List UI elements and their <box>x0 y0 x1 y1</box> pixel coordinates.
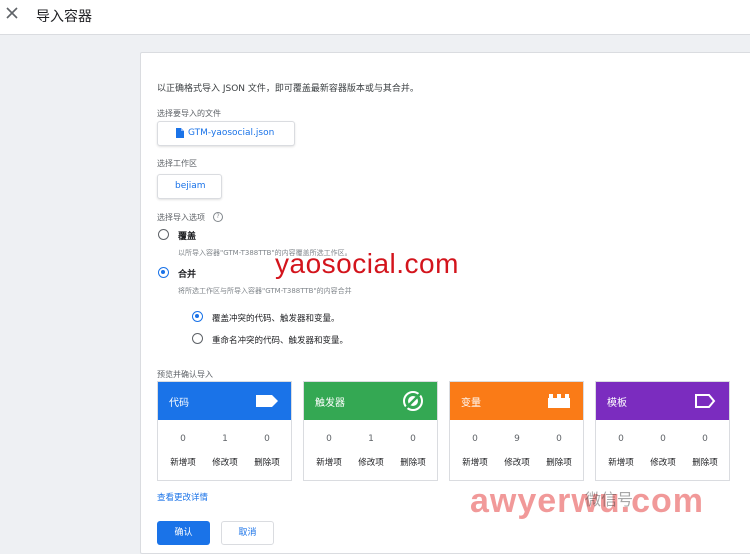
tile-variables-modified-label: 修改项 <box>504 458 530 468</box>
tile-triggers-name: 触发器 <box>315 398 345 409</box>
file-name: GTM-yaosocial.json <box>188 128 275 138</box>
merge-option-overwrite-radio[interactable] <box>192 311 203 322</box>
intro-text: 以正确格式导入 JSON 文件，即可覆盖最新容器版本或与其合并。 <box>157 84 419 94</box>
tile-variables-deleted: 0 <box>556 434 562 444</box>
tag-icon <box>256 395 278 407</box>
merge-option-rename-label: 重命名冲突的代码、触发器和变量。 <box>212 336 349 346</box>
tile-templates-deleted-label: 删除项 <box>692 458 718 468</box>
help-icon[interactable]: ? <box>213 212 223 222</box>
tile-templates: 模板 0 0 0 新增项 修改项 删除项 <box>595 381 730 481</box>
document-icon <box>176 128 184 138</box>
tile-triggers-modified-label: 修改项 <box>358 458 384 468</box>
merge-title: 合并 <box>178 270 197 280</box>
header-bar: 导入容器 <box>0 0 750 35</box>
tile-tags-header: 代码 <box>158 382 291 420</box>
tile-tags-name: 代码 <box>169 398 189 409</box>
tile-templates-header: 模板 <box>596 382 729 420</box>
tile-variables: 变量 0 9 0 新增项 修改项 删除项 <box>449 381 584 481</box>
tile-templates-added: 0 <box>618 434 624 444</box>
close-icon[interactable] <box>5 6 19 20</box>
tile-triggers-added: 0 <box>326 434 332 444</box>
merge-option-rename-radio[interactable] <box>192 333 203 344</box>
tile-triggers-header: 触发器 <box>304 382 437 420</box>
workspace-chip[interactable]: bejiam <box>157 174 222 199</box>
tile-variables-header: 变量 <box>450 382 583 420</box>
tile-templates-name: 模板 <box>607 398 627 409</box>
tile-variables-added: 0 <box>472 434 478 444</box>
site-watermark: yaosocial.com <box>275 248 459 279</box>
view-details-link[interactable]: 查看更改详情 <box>157 491 208 503</box>
tile-tags-modified-label: 修改项 <box>212 458 238 468</box>
workspace-label: 选择工作区 <box>157 159 197 168</box>
variable-icon <box>548 394 570 408</box>
preview-label: 预览并确认导入 <box>157 370 213 379</box>
tile-tags-deleted: 0 <box>264 434 270 444</box>
tile-tags-modified: 1 <box>222 434 228 444</box>
tile-variables-modified: 9 <box>514 434 520 444</box>
overwrite-radio[interactable] <box>158 229 169 240</box>
template-icon <box>695 394 716 408</box>
trigger-icon <box>403 391 423 411</box>
tile-tags-added-label: 新增项 <box>170 458 196 468</box>
tile-templates-deleted: 0 <box>702 434 708 444</box>
tile-variables-name: 变量 <box>461 398 481 409</box>
tile-tags-added: 0 <box>180 434 186 444</box>
tile-templates-modified-label: 修改项 <box>650 458 676 468</box>
merge-radio[interactable] <box>158 267 169 278</box>
tile-triggers-modified: 1 <box>368 434 374 444</box>
tile-variables-added-label: 新增项 <box>462 458 488 468</box>
import-card: 以正确格式导入 JSON 文件，即可覆盖最新容器版本或与其合并。 选择要导入的文… <box>140 52 750 554</box>
confirm-button[interactable]: 确认 <box>157 521 210 545</box>
overwrite-title: 覆盖 <box>178 232 197 242</box>
tile-templates-modified: 0 <box>660 434 666 444</box>
workspace-name: bejiam <box>175 181 206 191</box>
merge-option-overwrite-label: 覆盖冲突的代码、触发器和变量。 <box>212 314 340 324</box>
page-title: 导入容器 <box>36 9 92 25</box>
tile-templates-added-label: 新增项 <box>608 458 634 468</box>
wechat-watermark: 微信号 <box>585 490 634 509</box>
file-chip[interactable]: GTM-yaosocial.json <box>157 121 295 146</box>
tile-triggers-added-label: 新增项 <box>316 458 342 468</box>
merge-desc: 将所选工作区与所导入容器"GTM-T388TTB"的内容合并 <box>178 287 352 295</box>
import-options-label: 选择导入选项 <box>157 213 205 222</box>
tile-variables-deleted-label: 删除项 <box>546 458 572 468</box>
tile-triggers-deleted: 0 <box>410 434 416 444</box>
tile-tags: 代码 0 1 0 新增项 修改项 删除项 <box>157 381 292 481</box>
tile-triggers-deleted-label: 删除项 <box>400 458 426 468</box>
cancel-button[interactable]: 取消 <box>221 521 274 545</box>
tile-triggers: 触发器 0 1 0 新增项 修改项 删除项 <box>303 381 438 481</box>
tile-tags-deleted-label: 删除项 <box>254 458 280 468</box>
file-label: 选择要导入的文件 <box>157 109 221 118</box>
